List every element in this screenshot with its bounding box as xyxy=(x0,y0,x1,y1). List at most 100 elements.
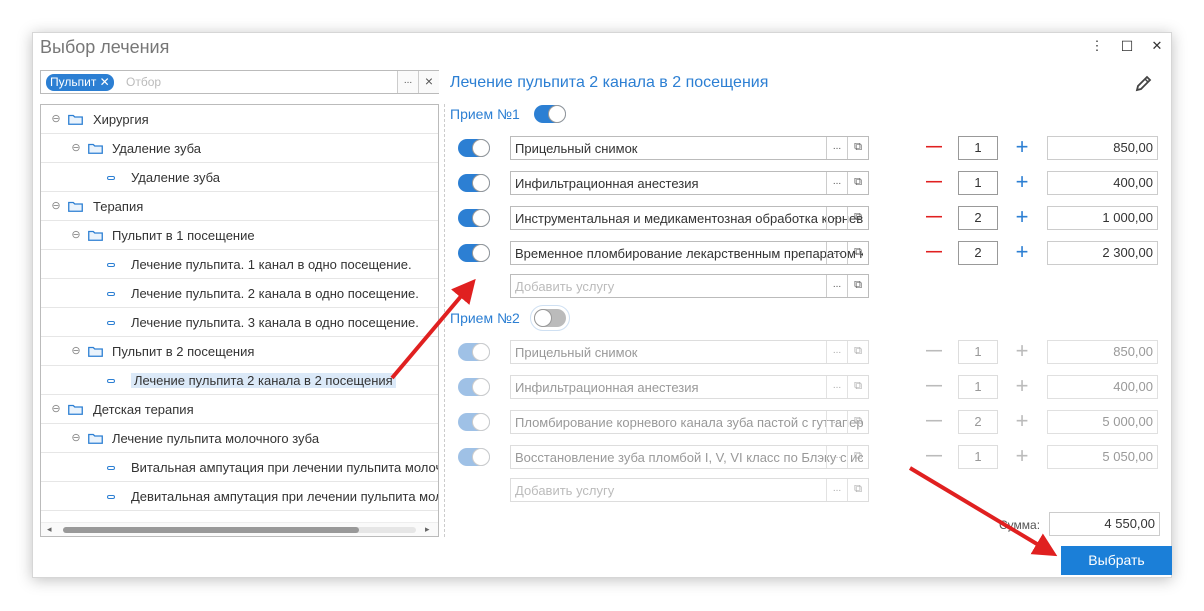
visit-toggle[interactable] xyxy=(534,105,566,123)
price-field[interactable]: 850,00 xyxy=(1047,340,1158,364)
tree-row[interactable]: Лечение пульпита 2 канала в 2 посещения xyxy=(41,366,438,395)
tree-row[interactable]: ⊖ Хирургия xyxy=(41,105,438,134)
quantity-field[interactable]: 2 xyxy=(958,410,998,434)
tree-row[interactable]: ⊖ Пульпит в 2 посещения xyxy=(41,337,438,366)
service-open-icon[interactable]: ⧉ xyxy=(847,137,868,159)
service-open-icon[interactable]: ⧉ xyxy=(847,446,868,468)
service-toggle[interactable] xyxy=(458,139,490,157)
quantity-field[interactable]: 2 xyxy=(958,206,998,230)
scroll-left-icon[interactable]: ◂ xyxy=(47,524,52,535)
tree-row[interactable]: Витальная ампутация при лечении пульпита… xyxy=(41,453,438,482)
service-select-button[interactable]: ... xyxy=(826,137,847,159)
service-select-button[interactable]: ... xyxy=(826,242,847,264)
decrease-qty-button[interactable]: — xyxy=(925,375,943,399)
service-toggle[interactable] xyxy=(458,174,490,192)
service-open-icon[interactable]: ⧉ xyxy=(847,242,868,264)
quantity-field[interactable]: 1 xyxy=(958,171,998,195)
tree-row[interactable]: Девитальная ампутация при лечении пульпи… xyxy=(41,482,438,511)
service-open-icon[interactable]: ⧉ xyxy=(847,275,868,297)
service-open-icon[interactable]: ⧉ xyxy=(847,341,868,363)
service-field[interactable]: Инфильтрационная анестезия... ⧉ xyxy=(510,375,869,399)
service-field[interactable]: Восстановление зуба пломбой I, V, VI кла… xyxy=(510,445,869,469)
quantity-field[interactable]: 1 xyxy=(958,445,998,469)
service-open-icon[interactable]: ⧉ xyxy=(847,207,868,229)
service-toggle[interactable] xyxy=(458,244,490,262)
tree-row[interactable]: Лечение пульпита. 3 канала в одно посеще… xyxy=(41,308,438,337)
collapse-icon[interactable]: ⊖ xyxy=(71,221,81,249)
service-open-icon[interactable]: ⧉ xyxy=(847,479,868,501)
price-field[interactable]: 2 300,00 xyxy=(1047,241,1158,265)
visit-toggle[interactable] xyxy=(530,305,570,331)
tree-row[interactable]: Лечение пульпита. 1 канал в одно посещен… xyxy=(41,250,438,279)
tree-row[interactable]: ⊖ Терапия xyxy=(41,192,438,221)
collapse-icon[interactable]: ⊖ xyxy=(51,395,61,423)
price-field[interactable]: 400,00 xyxy=(1047,375,1158,399)
price-field[interactable]: 5 050,00 xyxy=(1047,445,1158,469)
tree-row[interactable]: ⊖ Лечение пульпита молочного зуба xyxy=(41,424,438,453)
collapse-icon[interactable]: ⊖ xyxy=(71,424,81,452)
service-select-button[interactable]: ... xyxy=(826,341,847,363)
pencil-icon[interactable] xyxy=(1134,73,1154,93)
service-toggle[interactable] xyxy=(458,413,490,431)
more-menu-icon[interactable]: ⋮ xyxy=(1090,39,1104,53)
collapse-icon[interactable]: ⊖ xyxy=(71,134,81,162)
service-open-icon[interactable]: ⧉ xyxy=(847,376,868,398)
service-toggle[interactable] xyxy=(458,343,490,361)
decrease-qty-button[interactable]: — xyxy=(925,206,943,230)
scroll-right-icon[interactable]: ▸ xyxy=(425,524,430,535)
decrease-qty-button[interactable]: — xyxy=(925,136,943,160)
tree-row[interactable]: Лечение пульпита. 2 канала в одно посеще… xyxy=(41,279,438,308)
increase-qty-button[interactable]: + xyxy=(1013,206,1031,230)
collapse-icon[interactable]: ⊖ xyxy=(51,192,61,220)
service-select-button[interactable]: ... xyxy=(826,479,847,501)
service-field[interactable]: Пломбирование корневого канала зуба паст… xyxy=(510,410,869,434)
service-field[interactable]: Прицельный снимок... ⧉ xyxy=(510,136,869,160)
increase-qty-button[interactable]: + xyxy=(1013,375,1031,399)
quantity-field[interactable]: 1 xyxy=(958,375,998,399)
maximize-icon[interactable]: ☐ xyxy=(1120,39,1134,53)
horizontal-scrollbar[interactable]: ◂ ▸ xyxy=(41,522,438,536)
filter-tag[interactable]: Пульпит ✕ xyxy=(46,74,114,91)
add-service-field[interactable]: Добавить услугу... ⧉ xyxy=(510,478,869,502)
choose-button[interactable]: Выбрать xyxy=(1061,546,1172,575)
service-field[interactable]: Временное пломбирование лекарственным пр… xyxy=(510,241,869,265)
increase-qty-button[interactable]: + xyxy=(1013,171,1031,195)
price-field[interactable]: 850,00 xyxy=(1047,136,1158,160)
service-field[interactable]: Инструментальная и медикаментозная обраб… xyxy=(510,206,869,230)
scroll-track[interactable] xyxy=(63,527,416,533)
decrease-qty-button[interactable]: — xyxy=(925,445,943,469)
service-toggle[interactable] xyxy=(458,378,490,396)
decrease-qty-button[interactable]: — xyxy=(925,340,943,364)
decrease-qty-button[interactable]: — xyxy=(925,171,943,195)
service-open-icon[interactable]: ⧉ xyxy=(847,172,868,194)
price-field[interactable]: 1 000,00 xyxy=(1047,206,1158,230)
filter-select-button[interactable]: ... xyxy=(397,71,418,93)
price-field[interactable]: 5 000,00 xyxy=(1047,410,1158,434)
service-field[interactable]: Инфильтрационная анестезия... ⧉ xyxy=(510,171,869,195)
scroll-thumb[interactable] xyxy=(63,527,359,533)
increase-qty-button[interactable]: + xyxy=(1013,136,1031,160)
service-select-button[interactable]: ... xyxy=(826,207,847,229)
collapse-icon[interactable]: ⊖ xyxy=(71,337,81,365)
service-select-button[interactable]: ... xyxy=(826,275,847,297)
tag-remove-icon[interactable]: ✕ xyxy=(100,75,110,89)
tree-row[interactable]: ⊖ Детская терапия xyxy=(41,395,438,424)
service-field[interactable]: Прицельный снимок... ⧉ xyxy=(510,340,869,364)
tree-row[interactable]: Удаление зуба xyxy=(41,163,438,192)
panel-splitter[interactable] xyxy=(444,104,445,537)
service-select-button[interactable]: ... xyxy=(826,411,847,433)
quantity-field[interactable]: 1 xyxy=(958,340,998,364)
increase-qty-button[interactable]: + xyxy=(1013,445,1031,469)
service-toggle[interactable] xyxy=(458,448,490,466)
service-select-button[interactable]: ... xyxy=(826,446,847,468)
collapse-icon[interactable]: ⊖ xyxy=(51,105,61,133)
increase-qty-button[interactable]: + xyxy=(1013,241,1031,265)
quantity-field[interactable]: 1 xyxy=(958,136,998,160)
service-select-button[interactable]: ... xyxy=(826,376,847,398)
increase-qty-button[interactable]: + xyxy=(1013,340,1031,364)
service-select-button[interactable]: ... xyxy=(826,172,847,194)
filter-clear-button[interactable]: × xyxy=(418,71,439,93)
tree-row[interactable]: ⊖ Пульпит в 1 посещение xyxy=(41,221,438,250)
filter-input[interactable]: Пульпит ✕ Отбор ... × xyxy=(40,70,439,94)
close-icon[interactable]: ✕ xyxy=(1150,39,1164,53)
